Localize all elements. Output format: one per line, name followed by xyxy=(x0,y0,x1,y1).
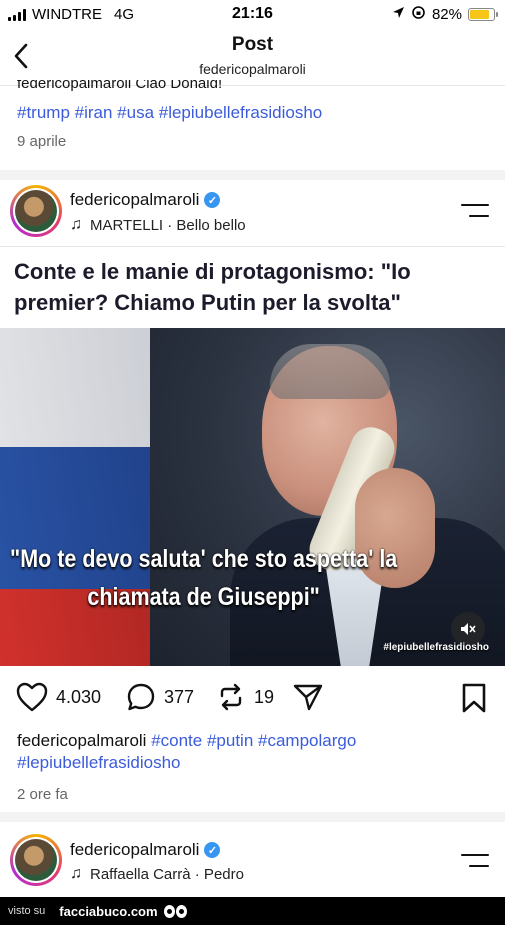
nav-header: Post federicopalmaroli xyxy=(0,28,505,86)
image-quote: "Mo te devo saluta' che sto aspetta' la … xyxy=(10,545,398,611)
music-title[interactable]: MARTELLI · Bello bello xyxy=(90,217,246,234)
rotation-lock-icon xyxy=(411,5,426,24)
previous-post: federicopalmaroli Ciao Donald! #trump #i… xyxy=(17,80,497,150)
more-options-icon[interactable] xyxy=(461,854,489,868)
comment-button[interactable]: 377 xyxy=(126,682,194,712)
caption-username[interactable]: federicopalmaroli xyxy=(17,731,146,750)
previous-hashtags[interactable]: #trump #iran #usa #lepiubellefrasidiosho xyxy=(17,102,497,124)
music-line[interactable]: ♫ MARTELLI · Bello bello xyxy=(70,216,246,234)
post-image[interactable]: "Mo te devo saluta' che sto aspetta' la … xyxy=(0,328,505,666)
post-divider xyxy=(0,170,505,180)
eyes-logo-icon xyxy=(163,904,187,918)
share-icon xyxy=(293,684,323,711)
image-watermark: #lepiubellefrasidiosho xyxy=(383,642,489,653)
comment-icon xyxy=(127,683,155,711)
bookmark-icon xyxy=(462,683,486,713)
battery-icon xyxy=(468,8,498,21)
post-time: 2 ore fa xyxy=(17,786,68,803)
mute-button[interactable] xyxy=(451,612,485,646)
location-icon xyxy=(392,6,405,23)
post-username[interactable]: federicopalmaroli ✓ xyxy=(70,190,221,210)
like-count[interactable]: 4.030 xyxy=(56,687,101,708)
status-bar: WINDTRE 4G 21:16 82% xyxy=(0,0,505,28)
more-options-icon[interactable] xyxy=(461,204,489,218)
visto-su-label: visto su xyxy=(8,905,46,917)
repost-button[interactable]: 19 xyxy=(216,682,274,712)
music-note-icon: ♫ xyxy=(70,865,82,882)
next-music-line[interactable]: ♫ Raffaella Carrà · Pedro xyxy=(70,865,244,883)
site-name[interactable]: facciabuco.com xyxy=(59,904,157,919)
share-button[interactable] xyxy=(292,682,324,712)
previous-caption: federicopalmaroli Ciao Donald! xyxy=(17,80,223,92)
page-title: Post xyxy=(231,34,274,55)
battery-percent: 82% xyxy=(431,6,462,23)
post-caption: federicopalmaroli #conte #putin #campola… xyxy=(17,730,497,806)
heart-icon xyxy=(16,682,48,712)
bookmark-button[interactable] xyxy=(461,683,487,718)
site-footer-bar: visto su facciabuco.com xyxy=(0,897,505,925)
action-bar: 4.030 377 19 xyxy=(0,676,505,720)
next-username[interactable]: federicopalmaroli ✓ xyxy=(70,840,221,860)
next-post-header: federicopalmaroli ✓ ♫ Raffaella Carrà · … xyxy=(0,830,505,892)
music-note-icon: ♫ xyxy=(70,216,82,233)
post-divider-2 xyxy=(0,812,505,822)
muted-speaker-icon xyxy=(461,623,476,635)
repost-icon xyxy=(220,683,242,711)
verified-badge-icon: ✓ xyxy=(204,192,221,208)
header-separator xyxy=(0,246,505,247)
next-music-title[interactable]: Raffaella Carrà · Pedro xyxy=(90,866,244,883)
repost-count[interactable]: 19 xyxy=(254,687,274,708)
hair xyxy=(270,344,390,399)
like-button[interactable]: 4.030 xyxy=(16,682,101,712)
page-subtitle[interactable]: federicopalmaroli xyxy=(0,61,505,77)
next-avatar[interactable] xyxy=(10,834,62,886)
avatar[interactable] xyxy=(10,185,62,237)
comment-count[interactable]: 377 xyxy=(164,687,194,708)
previous-date: 9 aprile xyxy=(17,133,67,150)
verified-badge-icon: ✓ xyxy=(204,842,221,858)
headline: Conte e le manie di protagonismo: "Io pr… xyxy=(14,259,411,315)
status-right: 82% xyxy=(392,5,498,24)
post-header: federicopalmaroli ✓ ♫ MARTELLI · Bello b… xyxy=(0,180,505,242)
